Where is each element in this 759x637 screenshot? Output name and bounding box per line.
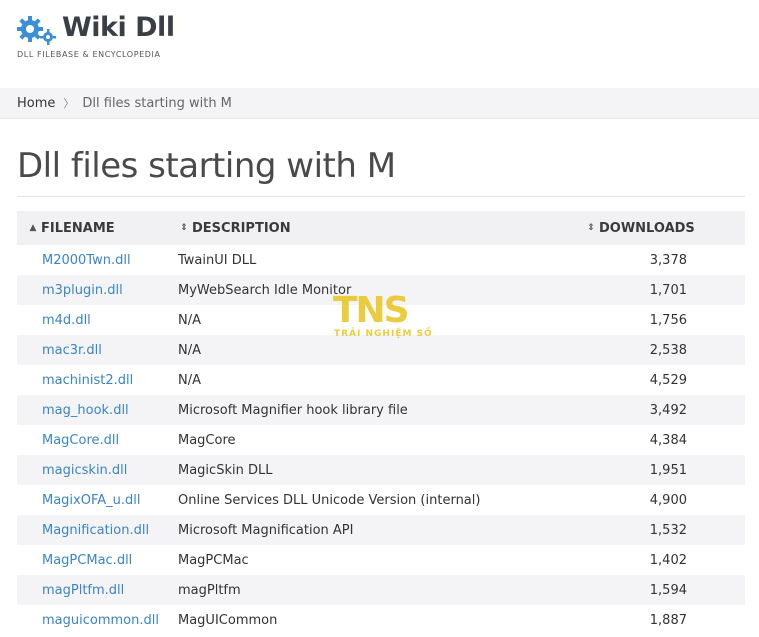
cell-filename: maguicommon.dll [17,605,178,635]
gears-icon [17,16,56,45]
breadcrumb-separator: 〉 [63,97,75,110]
cell-description: MagCore [178,432,236,448]
table-row: machinist2.dll N/A 4,529 [17,365,745,395]
dll-file-link[interactable]: M2000Twn.dll [42,253,131,268]
sort-icon: ⇕ [180,223,188,233]
cell-downloads: 1,532 [649,522,687,538]
table-row: MagCore.dll MagCore 4,384 [17,425,745,455]
cell-downloads: 1,887 [649,612,687,628]
header-description[interactable]: ⇕ DESCRIPTION [178,211,585,245]
header-filename-label: FILENAME [41,220,115,236]
cell-description: N/A [178,312,201,328]
cell-filename: m3plugin.dll [17,275,178,305]
dll-file-link[interactable]: MagCore.dll [42,433,119,448]
cell-downloads: 1,701 [649,282,687,298]
cell-description: Online Services DLL Unicode Version (int… [178,492,481,508]
table-row: magPltfm.dll magPltfm 1,594 [17,575,745,605]
breadcrumb-bar: Home 〉 Dll files starting with M [0,88,759,119]
table-row: mac3r.dll N/A 2,538 [17,335,745,365]
cell-downloads: 2,538 [649,342,687,358]
cell-downloads: 1,951 [649,462,687,478]
cell-description: Microsoft Magnification API [178,522,354,538]
cell-filename: magicskin.dll [17,455,178,485]
cell-filename: M2000Twn.dll [17,245,178,275]
cell-downloads: 4,900 [649,492,687,508]
cell-description: MyWebSearch Idle Monitor [178,282,352,298]
table-body: M2000Twn.dll TwainUI DLL 3,378 m3plugin.dll… [17,245,745,635]
cell-filename: magPltfm.dll [17,575,178,605]
dll-file-link[interactable]: MagixOFA_u.dll [42,493,141,508]
cell-description: magPltfm [178,582,241,598]
cell-downloads: 3,492 [649,402,687,418]
dll-file-link[interactable]: m4d.dll [42,313,91,328]
cell-filename: machinist2.dll [17,365,178,395]
title-divider [17,196,745,197]
cell-downloads: 4,384 [649,432,687,448]
cell-description: MagPCMac [178,552,249,568]
cell-downloads: 1,594 [649,582,687,598]
cell-downloads: 1,756 [649,312,687,328]
cell-description: MagicSkin DLL [178,462,273,478]
table-row: Magnification.dll Microsoft Magnification… [17,515,745,545]
table-header-row: ▲ FILENAME ⇕ DESCRIPTION ⇕ DOWNLOADS [17,211,745,245]
cell-description: Microsoft Magnifier hook library file [178,402,408,418]
header-downloads-label: DOWNLOADS [599,220,695,236]
dll-file-link[interactable]: magPltfm.dll [42,583,124,598]
dll-file-link[interactable]: machinist2.dll [42,373,133,388]
cell-downloads: 1,402 [649,552,687,568]
dll-file-link[interactable]: maguicommon.dll [42,613,159,628]
dll-file-link[interactable]: mac3r.dll [42,343,102,358]
table-row: m3plugin.dll MyWebSearch Idle Monitor 1,70… [17,275,745,305]
dll-file-link[interactable]: Magnification.dll [42,523,149,538]
dll-file-link[interactable]: mag_hook.dll [42,403,129,418]
site-tagline: DLL FILEBASE & ENCYCLOPEDIA [17,50,161,59]
breadcrumb: Home 〉 Dll files starting with M [17,95,232,111]
table-row: mag_hook.dll Microsoft Magnifier hook lib… [17,395,745,425]
dll-file-link[interactable]: m3plugin.dll [42,283,123,298]
cell-downloads: 4,529 [649,372,687,388]
cell-filename: MagPCMac.dll [17,545,178,575]
cell-downloads: 3,378 [649,252,687,268]
cell-filename: MagixOFA_u.dll [17,485,178,515]
table-row: magicskin.dll MagicSkin DLL 1,951 [17,455,745,485]
dll-file-link[interactable]: MagPCMac.dll [42,553,132,568]
sort-asc-icon: ▲ [29,223,37,233]
cell-description: N/A [178,342,201,358]
cell-description: MagUICommon [178,612,278,628]
cell-filename: MagCore.dll [17,425,178,455]
header-filename[interactable]: ▲ FILENAME [17,211,178,245]
cell-filename: Magnification.dll [17,515,178,545]
header-downloads[interactable]: ⇕ DOWNLOADS [585,211,745,245]
breadcrumb-home-link[interactable]: Home [17,96,55,111]
table-row: MagixOFA_u.dll Online Services DLL Unicod… [17,485,745,515]
sort-icon: ⇕ [587,223,595,233]
cell-filename: m4d.dll [17,305,178,335]
table-row: M2000Twn.dll TwainUI DLL 3,378 [17,245,745,275]
table-row: MagPCMac.dll MagPCMac 1,402 [17,545,745,575]
breadcrumb-current: Dll files starting with M [82,96,232,111]
table-row: maguicommon.dll MagUICommon 1,887 [17,605,745,635]
page-title: Dll files starting with M [17,146,396,186]
cell-filename: mac3r.dll [17,335,178,365]
dll-table: ▲ FILENAME ⇕ DESCRIPTION ⇕ DOWNLOADS M2000T… [17,211,745,635]
cell-filename: mag_hook.dll [17,395,178,425]
table-row: m4d.dll N/A 1,756 [17,305,745,335]
cell-description: N/A [178,372,201,388]
dll-file-link[interactable]: magicskin.dll [42,463,127,478]
dll-table-container: ▲ FILENAME ⇕ DESCRIPTION ⇕ DOWNLOADS M2000T… [17,211,745,635]
cell-description: TwainUI DLL [178,252,257,268]
header-description-label: DESCRIPTION [192,220,291,236]
site-name: Wiki Dll [62,12,175,43]
